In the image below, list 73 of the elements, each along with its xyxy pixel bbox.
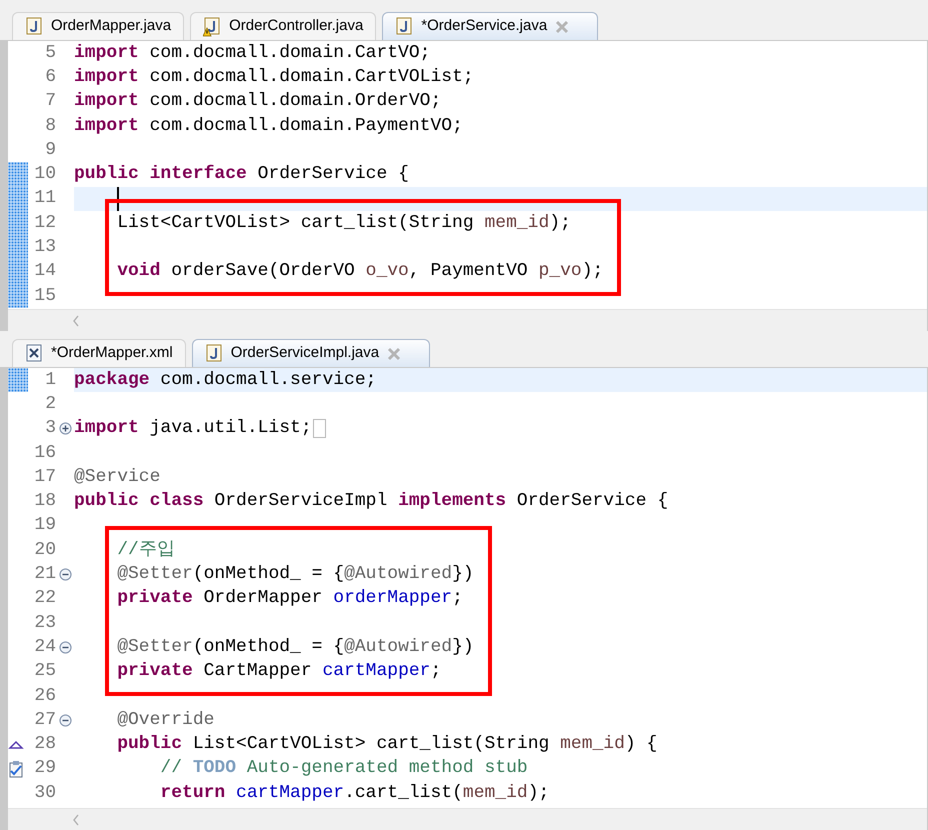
line-number: 30 bbox=[33, 782, 56, 805]
line-number: 27 bbox=[33, 708, 56, 732]
code-line: @Override bbox=[116, 708, 214, 732]
line-number: 28 bbox=[33, 733, 56, 756]
code-line: import com.docmall.domain.PaymentVO; bbox=[74, 114, 463, 138]
line-number: 23 bbox=[33, 612, 56, 635]
change-marker bbox=[8, 235, 28, 260]
line-number: 11 bbox=[33, 187, 56, 210]
change-marker bbox=[8, 260, 28, 284]
line-number: 22 bbox=[33, 587, 56, 610]
code-line: public class OrderServiceImpl implements OrderService { bbox=[74, 490, 668, 514]
editor-tab[interactable]: *OrderMapper.xml bbox=[12, 339, 186, 367]
code-line: // TODO Auto-generated method stub bbox=[159, 757, 528, 780]
line-number: 19 bbox=[33, 514, 56, 538]
line-number: 18 bbox=[33, 490, 56, 514]
code-line: private OrderMapper orderMapper; bbox=[116, 587, 463, 610]
scroll-left-icon[interactable] bbox=[72, 814, 80, 826]
code-line: @Service bbox=[74, 466, 160, 489]
code-line: public interface OrderService { bbox=[74, 163, 409, 186]
close-icon[interactable] bbox=[555, 20, 570, 34]
expand-icon[interactable] bbox=[58, 422, 72, 436]
line-number: 25 bbox=[33, 660, 56, 684]
line-number: 5 bbox=[44, 42, 56, 65]
change-marker bbox=[8, 211, 28, 236]
line-number: 8 bbox=[44, 114, 56, 138]
line-number: 20 bbox=[33, 538, 56, 562]
collapse-icon[interactable] bbox=[58, 568, 72, 582]
line-number: 29 bbox=[33, 757, 56, 780]
code-line: return cartMapper.cart_list(mem_id); bbox=[159, 782, 550, 805]
code-line: List<CartVOList> cart_list(String mem_id); bbox=[116, 212, 571, 235]
line-number: 15 bbox=[33, 284, 56, 308]
code-line: package com.docmall.service; bbox=[74, 368, 376, 392]
scroll-left-icon[interactable] bbox=[72, 314, 80, 326]
change-marker bbox=[8, 284, 28, 308]
code-line: private CartMapper cartMapper; bbox=[116, 660, 442, 684]
folded-code-marker[interactable] bbox=[312, 419, 326, 438]
line-number: 1 bbox=[44, 368, 56, 392]
code-line: import com.docmall.domain.CartVOList; bbox=[74, 66, 474, 89]
collapse-icon[interactable] bbox=[58, 640, 72, 654]
code-line: import com.docmall.domain.OrderVO; bbox=[74, 90, 442, 114]
line-number: 12 bbox=[33, 212, 56, 235]
code-line: import com.docmall.domain.CartVO; bbox=[74, 42, 430, 65]
horizontal-scrollbar[interactable] bbox=[8, 808, 927, 830]
line-number: 7 bbox=[44, 90, 56, 114]
editor-tab[interactable]: *OrderService.java bbox=[382, 12, 598, 40]
line-number: 6 bbox=[44, 66, 56, 89]
line-number: 26 bbox=[33, 684, 56, 708]
up-triangle-icon bbox=[8, 738, 24, 751]
collapse-icon[interactable] bbox=[58, 714, 72, 727]
change-marker bbox=[8, 368, 28, 392]
code-line: @Setter(onMethod_ = {@Autowired}) bbox=[116, 636, 474, 659]
code-line: public List<CartVOList> cart_list(String mem_id) { bbox=[116, 733, 658, 756]
editor-tab[interactable]: OrderMapper.java bbox=[12, 12, 184, 40]
line-number: 2 bbox=[44, 392, 56, 416]
line-number: 13 bbox=[33, 236, 56, 260]
close-icon[interactable] bbox=[387, 346, 402, 360]
code-line: //주입 bbox=[116, 538, 175, 562]
line-number: 21 bbox=[33, 563, 56, 586]
code-line: import java.util.List; bbox=[74, 417, 312, 440]
editor-tab[interactable]: OrderController.java bbox=[190, 12, 376, 40]
line-number: 3 bbox=[44, 417, 56, 440]
line-number: 9 bbox=[44, 138, 56, 162]
line-number: 24 bbox=[33, 636, 56, 659]
line-number: 10 bbox=[33, 163, 56, 186]
line-number: 16 bbox=[33, 442, 56, 465]
change-marker bbox=[8, 186, 28, 212]
editor-tab[interactable]: OrderServiceImpl.java bbox=[192, 339, 430, 367]
code-line: void orderSave(OrderVO o_vo, PaymentVO p_vo); bbox=[116, 260, 604, 284]
change-marker bbox=[8, 162, 28, 187]
line-number: 14 bbox=[33, 260, 56, 284]
line-number: 17 bbox=[33, 466, 56, 489]
code-line: @Setter(onMethod_ = {@Autowired}) bbox=[116, 563, 474, 586]
horizontal-scrollbar[interactable] bbox=[8, 309, 927, 331]
